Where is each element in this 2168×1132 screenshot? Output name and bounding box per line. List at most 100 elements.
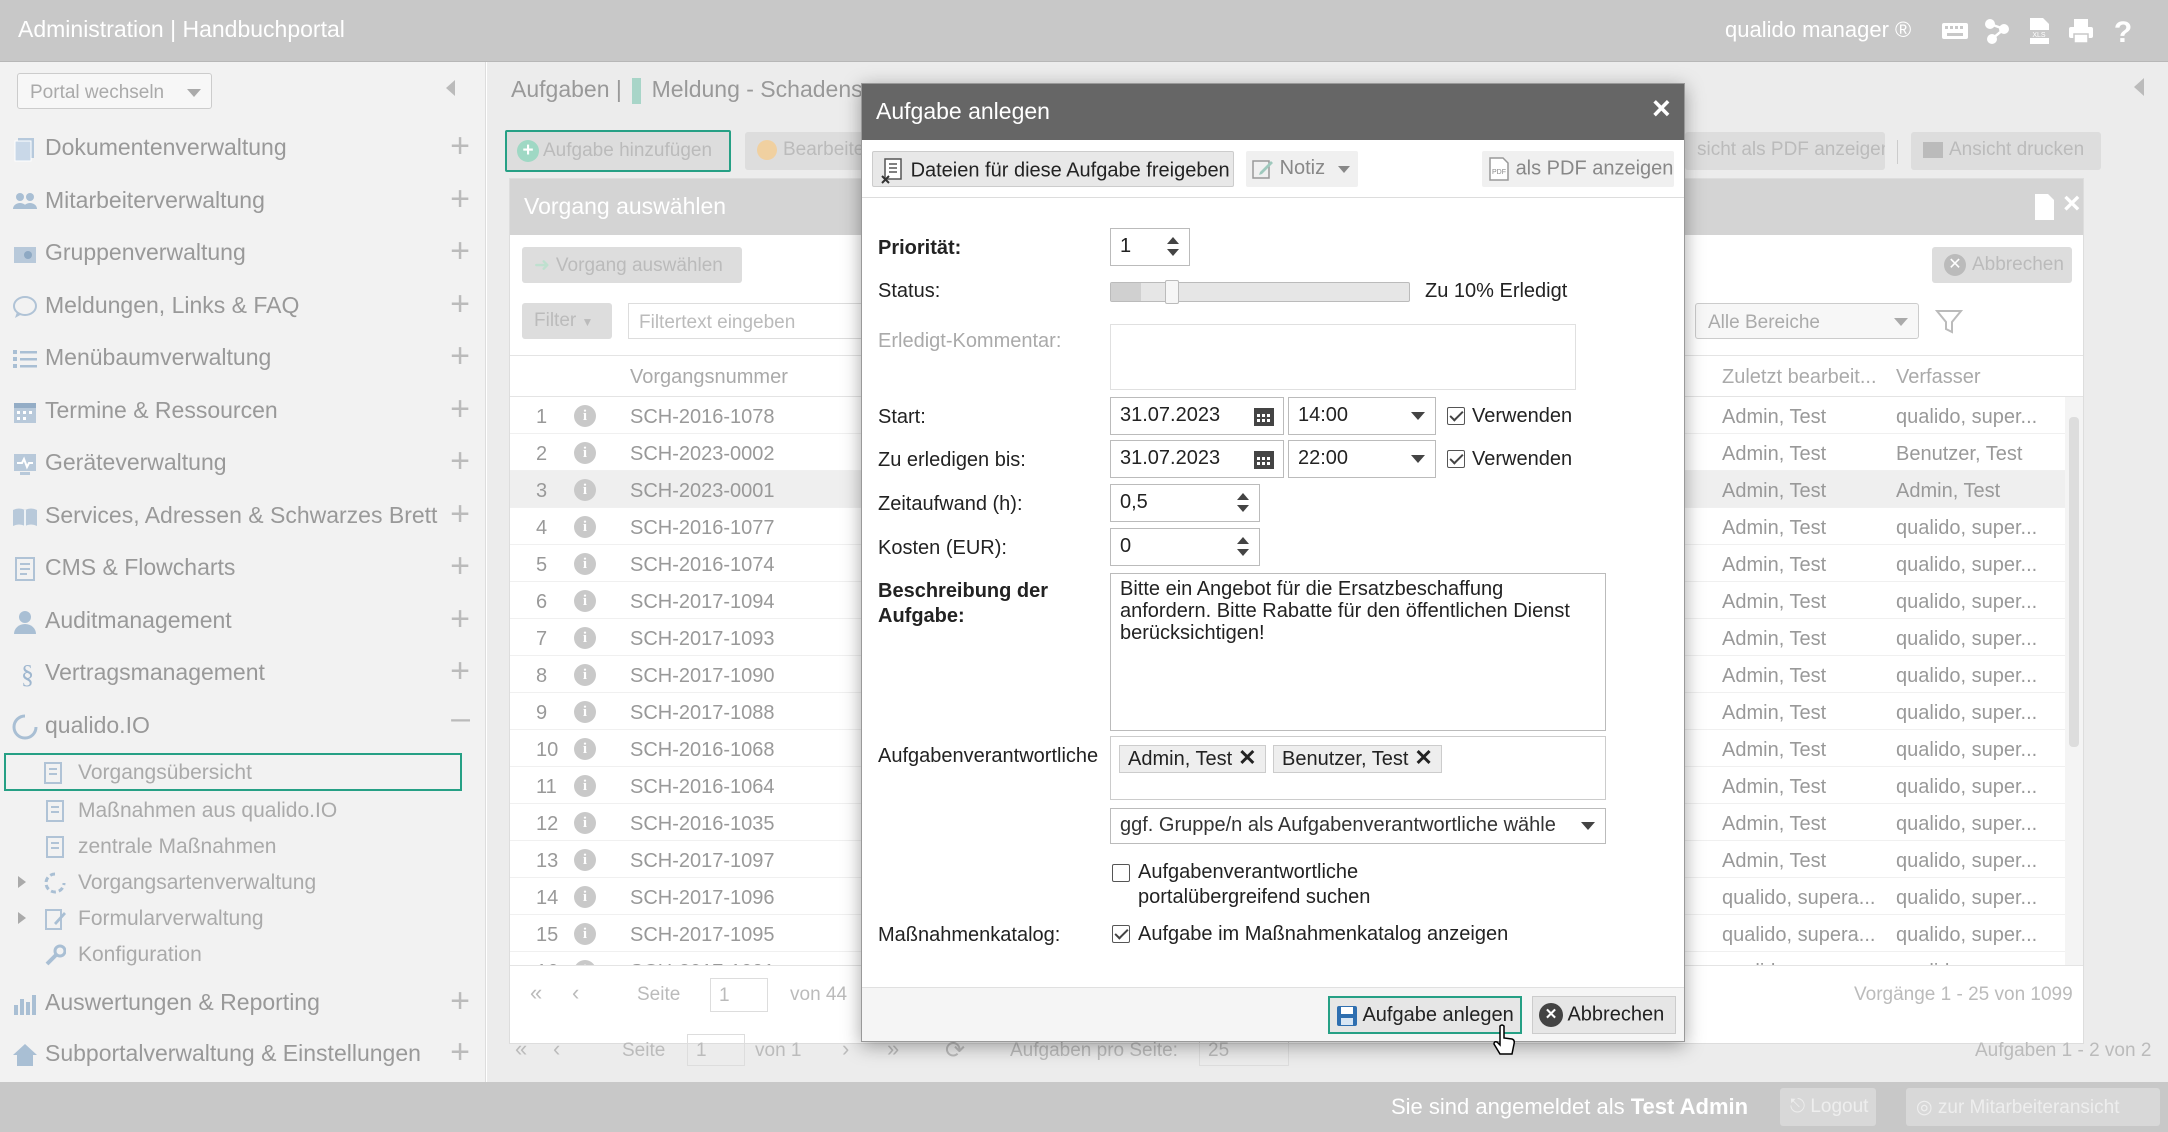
sidebar-subitem-massnahmen-io[interactable]: Maßnahmen aus qualido.IO [0,792,470,828]
sidebar-item-meldungen[interactable]: Meldungen, Links & FAQ + [10,280,470,332]
first-page-icon[interactable]: « [515,1036,527,1062]
info-icon[interactable]: i [574,923,596,945]
info-icon[interactable]: i [574,627,596,649]
expand-icon[interactable]: + [450,651,470,691]
remove-tag-icon[interactable]: ✕ [1238,747,1256,769]
sidebar-item-auditmanagement[interactable]: Auditmanagement + [10,595,470,647]
sidebar-subitem-zentrale-massnahmen[interactable]: zentrale Maßnahmen [0,828,470,864]
keyboard-icon[interactable] [1940,16,1970,46]
decrement-icon[interactable] [1237,549,1249,556]
increment-icon[interactable] [1237,493,1249,500]
cross-portal-checkbox[interactable] [1112,864,1130,882]
pdf-view-button[interactable]: sicht als PDF anzeigen [1685,132,1885,170]
help-icon[interactable]: ? [2108,16,2138,46]
decrement-icon[interactable] [1167,249,1179,256]
area-select[interactable]: Alle Bereiche [1695,303,1919,339]
status-slider[interactable] [1110,280,1410,304]
sidebar-item-subportalverwaltung[interactable]: Subportalverwaltung & Einstellungen + [10,1028,470,1080]
sidebar-subitem-vorgangsuebersicht[interactable]: Vorgangsübersicht [4,753,462,791]
note-dropdown[interactable]: Notiz [1246,151,1358,187]
expand-icon[interactable]: + [450,494,470,534]
funnel-icon[interactable] [1932,303,1966,339]
expand-icon[interactable]: + [450,284,470,324]
sidebar-item-geraeteverwaltung[interactable]: Geräteverwaltung + [10,437,470,489]
breadcrumb-meldung[interactable]: Meldung - Schadens- [652,76,871,102]
calendar-icon[interactable] [1253,448,1275,470]
print-view-button[interactable]: Ansicht drucken [1911,132,2101,170]
expand-icon[interactable]: + [450,389,470,429]
expand-icon[interactable]: + [450,231,470,271]
info-icon[interactable]: i [574,664,596,686]
sitemap-icon[interactable] [1982,16,2012,46]
start-time-select[interactable]: 14:00 [1288,397,1436,435]
info-icon[interactable]: i [574,479,596,501]
close-icon[interactable]: × [2063,187,2081,221]
info-icon[interactable]: i [574,516,596,538]
sidebar-item-auswertungen[interactable]: Auswertungen & Reporting + [10,977,470,1029]
effort-stepper[interactable]: 0,5 [1110,484,1260,522]
expand-icon[interactable]: + [450,179,470,219]
catalog-checkbox[interactable] [1112,925,1130,943]
collapse-sidebar-icon[interactable] [446,80,455,96]
edit-button[interactable]: Bearbeite [745,132,865,170]
cost-stepper[interactable]: 0 [1110,528,1260,566]
column-header-edited[interactable]: Zuletzt bearbeit... [1722,366,1877,389]
info-icon[interactable]: i [574,553,596,575]
start-date-input[interactable]: 31.07.2023 [1110,397,1284,435]
prev-page-icon[interactable]: ‹ [572,980,579,1006]
cancel-button[interactable]: ✕ Abbrechen [1532,996,1676,1034]
first-page-icon[interactable]: « [530,980,542,1006]
print-icon[interactable] [2066,16,2096,46]
responsible-field[interactable]: Admin, Test ✕ Benutzer, Test ✕ [1110,736,1606,800]
info-icon[interactable]: i [574,849,596,871]
caret-right-icon[interactable] [18,912,26,924]
due-use-checkbox[interactable] [1447,450,1465,468]
page-input[interactable]: 1 [710,978,768,1012]
info-icon[interactable]: i [574,775,596,797]
share-files-button[interactable]: Dateien für diese Aufgabe freigeben [872,151,1234,187]
expand-icon[interactable]: + [450,981,470,1021]
expand-icon[interactable]: + [450,546,470,586]
sidebar-item-dokumentenverwaltung[interactable]: Dokumentenverwaltung + [10,122,470,174]
due-date-input[interactable]: 31.07.2023 [1110,440,1284,478]
select-vorgang-button[interactable]: ➜ Vorgang auswählen [522,247,742,283]
page-input[interactable]: 1 [687,1034,745,1066]
expand-icon[interactable]: + [450,441,470,481]
prev-page-icon[interactable]: ‹ [553,1036,560,1062]
slider-handle[interactable] [1165,280,1179,304]
expand-icon[interactable]: + [450,336,470,376]
close-icon[interactable]: × [1652,90,1671,127]
next-page-icon[interactable]: › [842,1036,849,1062]
description-textarea[interactable]: Bitte ein Angebot für die Ersatzbeschaff… [1110,573,1606,731]
collapse-panel-icon[interactable] [2134,78,2144,96]
expand-icon[interactable]: + [450,599,470,639]
expand-icon[interactable]: + [450,1032,470,1072]
info-icon[interactable]: i [574,701,596,723]
xls-icon[interactable] [2032,193,2056,221]
info-icon[interactable]: i [574,738,596,760]
sidebar-subitem-konfiguration[interactable]: Konfiguration [0,936,470,972]
remove-tag-icon[interactable]: ✕ [1414,747,1432,769]
pdf-button[interactable]: PDF als PDF anzeigen [1482,151,1674,187]
employee-view-button[interactable]: ◎ zur Mitarbeiteransicht [1906,1088,2160,1126]
sidebar-item-vertragsmanagement[interactable]: § Vertragsmanagement + [10,647,470,699]
sidebar-subitem-formularverwaltung[interactable]: Formularverwaltung [0,900,470,936]
collapse-icon[interactable]: – [451,698,470,738]
xls-icon[interactable]: XLS [2024,16,2054,46]
column-header-author[interactable]: Verfasser [1896,366,1980,389]
filter-button[interactable]: Filter ▼ [522,303,612,339]
caret-right-icon[interactable] [18,876,26,888]
cancel-button[interactable]: ✕ Abbrechen [1932,247,2072,283]
group-select[interactable]: ggf. Gruppe/n als Aufgabenverantwortlich… [1110,808,1606,844]
breadcrumb-aufgaben[interactable]: Aufgaben [511,76,609,102]
done-comment-field[interactable] [1110,324,1576,390]
sidebar-item-qualido-io[interactable]: qualido.IO – [10,698,470,752]
info-icon[interactable]: i [574,442,596,464]
sidebar-item-gruppenverwaltung[interactable]: Gruppenverwaltung + [10,227,470,279]
column-header-nr[interactable]: Vorgangsnummer [630,366,788,389]
filter-input[interactable]: Filtertext eingeben [628,303,883,339]
expand-icon[interactable]: + [450,126,470,166]
priority-stepper[interactable]: 1 [1110,228,1190,266]
sidebar-item-mitarbeiterverwaltung[interactable]: Mitarbeiterverwaltung + [10,175,470,227]
sidebar-item-menuebaumverwaltung[interactable]: Menübaumverwaltung + [10,332,470,384]
